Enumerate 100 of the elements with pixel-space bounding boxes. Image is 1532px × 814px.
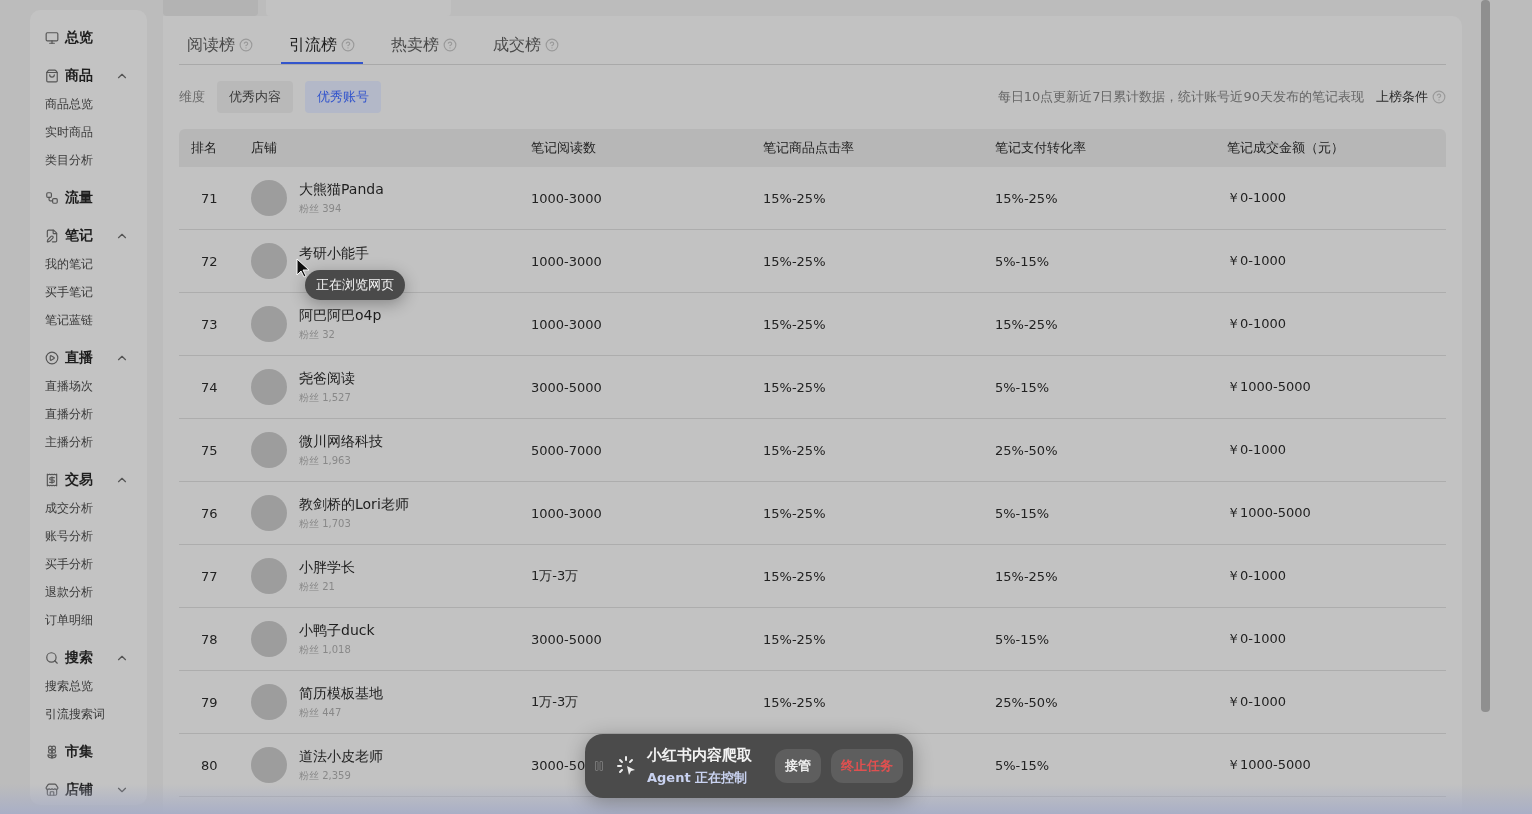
rank-cell: 79 [201, 694, 218, 710]
rank-cell: 73 [201, 316, 218, 332]
rank-cell: 76 [201, 505, 218, 521]
table-cell: 1000-3000 [531, 316, 602, 332]
rank-cell: 78 [201, 631, 218, 647]
tab[interactable]: 热卖榜 [383, 28, 465, 64]
nav-item[interactable]: 账号分析 [30, 522, 147, 550]
tab[interactable]: 成交榜 [485, 28, 567, 64]
loading-icon [615, 755, 637, 777]
filter-option[interactable]: 优秀内容 [217, 81, 293, 113]
shop-name: 道法小皮老师 [299, 747, 383, 766]
task-title: 小红书内容爬取 [647, 745, 753, 765]
nav-section-label: 市集 [65, 743, 94, 761]
receipt-icon [45, 473, 59, 487]
table-cell: 5%-15% [995, 505, 1050, 521]
nav-item[interactable]: 我的笔记 [30, 250, 147, 278]
nav-item[interactable]: 类目分析 [30, 146, 147, 174]
table-cell: 5%-15% [995, 379, 1050, 395]
column-header: 店铺 [251, 139, 277, 157]
help-icon [341, 38, 355, 52]
cursor-icon [296, 258, 312, 278]
nav-section[interactable]: 搜索 [30, 644, 147, 672]
table-cell: ￥0-1000 [1227, 693, 1287, 711]
column-header: 排名 [191, 139, 217, 157]
nav-item[interactable]: 商品总览 [30, 90, 147, 118]
table-cell: 15%-25% [763, 253, 826, 269]
avatar-placeholder [251, 621, 287, 657]
nav-section[interactable]: 笔记 [30, 222, 147, 250]
nav-section[interactable]: 流量 [30, 184, 147, 212]
nav-item[interactable]: 实时商品 [30, 118, 147, 146]
update-note: 每日10点更新近7日累计数据，统计账号近90天发布的笔记表现 [997, 88, 1364, 106]
table-cell: 15%-25% [995, 316, 1058, 332]
nav-section[interactable]: 交易 [30, 466, 147, 494]
table-cell: ￥1000-5000 [1227, 756, 1311, 774]
nav-section-label: 店铺 [65, 781, 94, 799]
column-header: 笔记商品点击率 [763, 139, 854, 157]
table-cell: 3000-50 [531, 757, 586, 773]
flower-icon [45, 745, 59, 759]
shop-name: 微川网络科技 [299, 432, 383, 451]
avatar-placeholder [251, 180, 287, 216]
nav-item[interactable]: 主播分析 [30, 428, 147, 456]
nav-section[interactable]: 市集 [30, 738, 147, 766]
shop-name: 小胖学长 [299, 558, 355, 577]
shop-name: 小鸭子duck [299, 621, 375, 640]
nav-item[interactable]: 退款分析 [30, 578, 147, 606]
table-cell: ￥0-1000 [1227, 567, 1287, 585]
table-cell: 1万-3万 [531, 567, 579, 585]
take-over-button[interactable]: 接管 [775, 749, 821, 783]
table-cell: ￥0-1000 [1227, 252, 1287, 270]
tab[interactable]: 引流榜 [281, 28, 363, 64]
nav-item[interactable]: 搜索总览 [30, 672, 147, 700]
search-icon [45, 651, 59, 665]
scrollbar[interactable] [1481, 0, 1490, 712]
help-icon [443, 38, 457, 52]
table-cell: 15%-25% [763, 505, 826, 521]
shop-name: 教剑桥的Lori老师 [299, 495, 409, 514]
nav-section[interactable]: 商品 [30, 62, 147, 90]
play-icon [45, 351, 59, 365]
nav-item[interactable]: 直播分析 [30, 400, 147, 428]
table-cell: 15%-25% [763, 379, 826, 395]
drag-handle-icon[interactable] [593, 760, 605, 772]
nav-item[interactable]: 订单明细 [30, 606, 147, 634]
table-cell: 1000-3000 [531, 190, 602, 206]
criteria-link[interactable]: 上榜条件 [1376, 88, 1428, 106]
table-cell: 5000-7000 [531, 442, 602, 458]
table-cell: 3000-5000 [531, 631, 602, 647]
table-cell: 5%-15% [995, 253, 1050, 269]
task-status: Agent 正在控制 [647, 768, 749, 787]
table-cell: 15%-25% [763, 442, 826, 458]
nav-item[interactable]: 笔记蓝链 [30, 306, 147, 334]
shop-name: 简历模板基地 [299, 684, 383, 703]
rank-cell: 77 [201, 568, 218, 584]
help-icon [545, 38, 559, 52]
table-cell: ￥0-1000 [1227, 315, 1287, 333]
nav-item[interactable]: 买手笔记 [30, 278, 147, 306]
rank-cell: 72 [201, 253, 218, 269]
nav-section[interactable]: 总览 [30, 24, 147, 52]
help-icon [239, 38, 253, 52]
nav-section-label: 搜索 [65, 649, 94, 667]
nav-item[interactable]: 引流搜索词 [30, 700, 147, 728]
table-cell: ￥0-1000 [1227, 630, 1287, 648]
avatar-placeholder [251, 432, 287, 468]
nav-section[interactable]: 店铺 [30, 776, 147, 804]
nav-item[interactable]: 成交分析 [30, 494, 147, 522]
shop-name: 大熊猫Panda [299, 180, 384, 199]
avatar-placeholder [251, 747, 287, 783]
table-cell: 5%-15% [995, 757, 1050, 773]
avatar-placeholder [251, 306, 287, 342]
tab[interactable]: 阅读榜 [179, 28, 261, 64]
nav-section-label: 笔记 [65, 227, 94, 245]
nav-section-label: 直播 [65, 349, 94, 367]
avatar-placeholder [251, 558, 287, 594]
column-header: 笔记支付转化率 [995, 139, 1086, 157]
table-cell: 1000-3000 [531, 505, 602, 521]
table-cell: 15%-25% [763, 568, 826, 584]
nav-item[interactable]: 买手分析 [30, 550, 147, 578]
monitor-icon [45, 31, 59, 45]
nav-section[interactable]: 直播 [30, 344, 147, 372]
nav-item[interactable]: 直播场次 [30, 372, 147, 400]
rank-cell: 71 [201, 190, 218, 206]
